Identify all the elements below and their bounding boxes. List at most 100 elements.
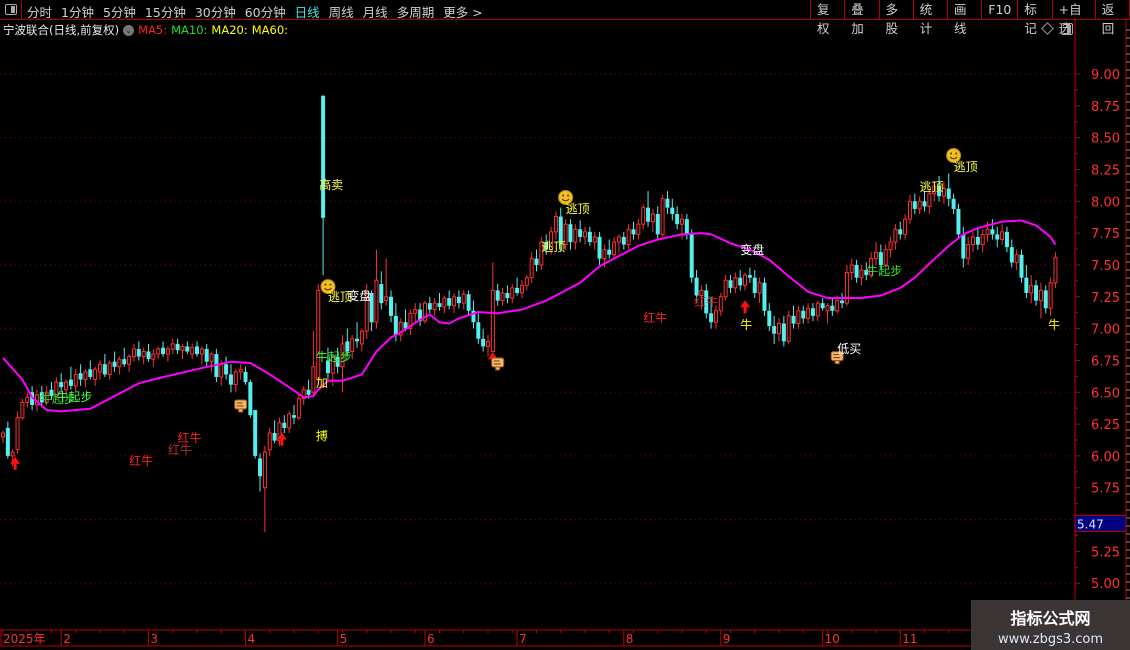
candle <box>650 208 655 232</box>
candle-body <box>83 371 88 381</box>
candle <box>505 285 510 304</box>
candle <box>68 366 73 390</box>
price-tick-label: 5.25 <box>1091 545 1120 560</box>
price-tick-label: 7.50 <box>1091 259 1120 274</box>
candle <box>810 303 815 321</box>
candle-body <box>636 223 641 235</box>
candle-body <box>859 269 864 279</box>
candle <box>806 303 811 324</box>
candle <box>73 369 78 393</box>
candle-body <box>122 359 127 365</box>
candle <box>820 298 825 311</box>
candle-body <box>903 218 908 235</box>
candle <box>141 347 146 365</box>
candle-body <box>689 234 694 278</box>
month-label: 2 <box>63 632 71 646</box>
candle <box>224 356 229 380</box>
candle <box>355 322 360 348</box>
arrow-shaft <box>280 438 284 446</box>
month-label: 4 <box>248 632 256 646</box>
candle <box>1 430 5 444</box>
candle <box>791 305 796 329</box>
candle <box>859 264 864 286</box>
signal-label: 逃顶 <box>953 159 978 174</box>
candle <box>636 219 641 240</box>
candle <box>379 271 384 310</box>
candle <box>165 346 170 362</box>
candle <box>762 277 767 316</box>
candle-body <box>946 188 951 199</box>
signal-label: 牛起步 <box>315 349 352 364</box>
candle <box>228 364 233 393</box>
candle-body <box>68 379 73 386</box>
signal-label: 搏 <box>315 428 328 443</box>
candle <box>830 298 835 316</box>
candle-body <box>228 374 233 385</box>
candle-body <box>738 277 743 286</box>
candle-body <box>849 264 854 274</box>
watermark: 指标公式网 www.zbgs3.com <box>971 600 1130 650</box>
candle-body <box>267 432 272 451</box>
candle-body <box>752 277 757 293</box>
candle-body <box>190 347 195 355</box>
candle <box>1000 224 1005 245</box>
candle <box>641 203 646 230</box>
candle-body <box>772 326 777 334</box>
signal-label: 红牛 <box>177 431 202 446</box>
candle-body <box>621 236 626 245</box>
signal-label: 红牛 <box>694 294 719 309</box>
candle <box>413 303 418 323</box>
price-tick-label: 8.25 <box>1091 163 1120 178</box>
candle <box>88 360 93 380</box>
candle <box>495 284 500 306</box>
candle <box>427 296 432 314</box>
candle-body <box>796 310 801 325</box>
candle-body <box>1038 289 1043 302</box>
candle <box>840 292 845 309</box>
candle <box>311 331 316 398</box>
candle-body <box>835 300 840 312</box>
candle-body <box>321 95 326 218</box>
candle-body <box>199 348 204 355</box>
candle <box>849 258 854 281</box>
candle-body <box>767 310 772 327</box>
candle-body <box>840 300 845 304</box>
candle <box>15 411 20 454</box>
candle-body <box>553 216 558 233</box>
candle-body <box>806 307 811 319</box>
signal-label: 牛起步 <box>866 264 903 279</box>
candlestick-chart[interactable]: 9.00 8.75 8.50 8.25 8.00 7.75 7.50 7.25 7.00 6.75… <box>0 0 1130 650</box>
candle <box>418 303 423 327</box>
signal-label: 低买 <box>837 341 862 356</box>
price-tick-label: 8.50 <box>1091 132 1120 147</box>
candle-body <box>20 401 25 419</box>
candle <box>655 206 660 240</box>
candle-body <box>93 368 98 381</box>
candle <box>456 290 461 309</box>
candle-body <box>801 310 806 319</box>
candle <box>723 275 728 301</box>
candle-body <box>1034 285 1039 301</box>
candle-body <box>670 207 675 215</box>
candle <box>258 453 263 492</box>
candle <box>519 280 524 299</box>
candle-body <box>956 208 961 235</box>
candle-body <box>175 343 180 351</box>
candle-body <box>971 236 975 246</box>
candle-body <box>146 351 151 360</box>
candle <box>98 360 102 380</box>
current-price-label: 5.47 <box>1077 517 1104 531</box>
candle <box>117 356 122 375</box>
price-tick-label: 7.25 <box>1091 291 1120 306</box>
candle <box>825 303 830 324</box>
candle-body <box>1014 254 1019 263</box>
month-label: 8 <box>626 632 634 646</box>
candle <box>689 229 694 283</box>
candle <box>578 220 583 243</box>
candle-body <box>248 382 253 416</box>
candle-body <box>990 229 995 235</box>
candle-body <box>131 348 136 358</box>
candle <box>665 191 670 215</box>
candle <box>772 315 777 344</box>
candle <box>131 343 136 362</box>
